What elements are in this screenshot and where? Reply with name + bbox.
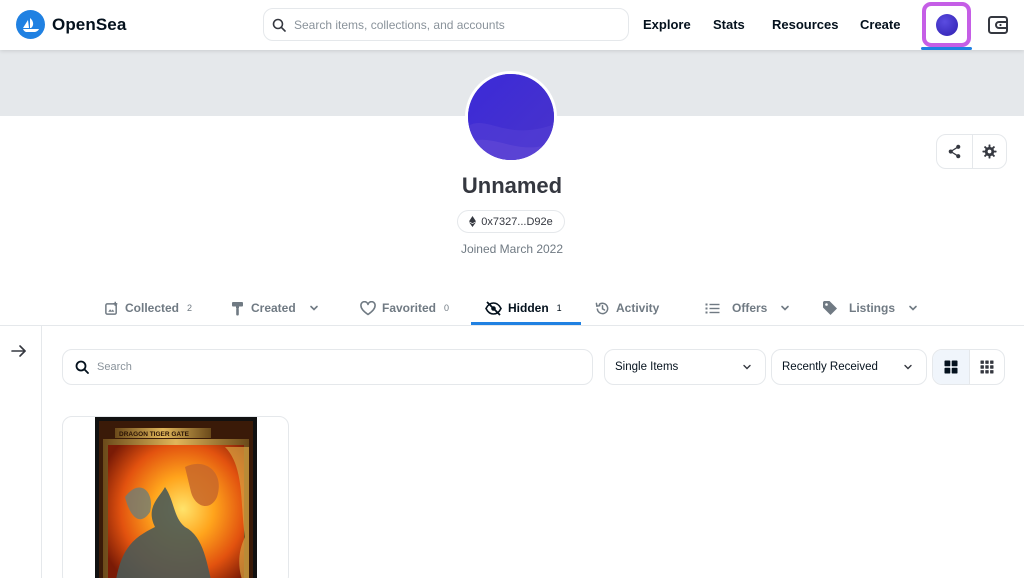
tab-created-label: Created — [251, 301, 296, 315]
item-type-select[interactable]: Single Items — [604, 349, 766, 385]
tab-offers[interactable]: Offers — [705, 290, 791, 326]
global-search-input[interactable] — [294, 17, 614, 32]
artwork-title: DRAGON TIGER GATE — [119, 431, 190, 438]
tab-activity[interactable]: Activity — [595, 290, 659, 326]
search-icon — [272, 18, 286, 32]
wallet-address: 0x7327...D92e — [481, 215, 553, 228]
large-grid-icon — [944, 360, 958, 374]
search-icon — [75, 360, 89, 374]
tab-favorited-label: Favorited — [382, 301, 437, 315]
nft-card[interactable]: DRAGON TIGER GATE — [62, 416, 289, 578]
profile-avatar — [465, 71, 557, 163]
wallet-icon[interactable] — [986, 13, 1010, 37]
chevron-down-icon — [309, 305, 318, 311]
items-search-box[interactable] — [62, 349, 593, 385]
profile-menu-button[interactable] — [922, 2, 971, 47]
tab-collected-count: 2 — [187, 303, 193, 313]
eye-off-icon — [485, 300, 502, 316]
arrow-right-icon[interactable] — [10, 342, 28, 360]
profile-name: Unnamed — [461, 173, 563, 198]
tab-hidden[interactable]: Hidden 1 — [485, 290, 562, 326]
grid-view-toggle — [932, 349, 1005, 385]
chevron-down-icon — [743, 364, 751, 370]
sort-value: Recently Received — [782, 361, 878, 373]
tab-offers-label: Offers — [732, 301, 768, 315]
settings-button[interactable] — [971, 135, 1007, 168]
tab-hidden-label: Hidden — [508, 301, 549, 315]
nav-stats[interactable]: Stats — [713, 17, 745, 32]
tab-hidden-count: 1 — [556, 303, 562, 313]
nav-explore[interactable]: Explore — [643, 17, 691, 32]
tab-collected[interactable]: Collected 2 — [104, 290, 192, 326]
profile-tabs: Collected 2 Created Favorited 0 Hidden 1 — [0, 290, 1024, 326]
tab-favorited[interactable]: Favorited 0 — [360, 290, 449, 326]
filter-sidebar — [0, 326, 42, 578]
opensea-logo[interactable]: OpenSea — [16, 10, 126, 39]
items-search-input[interactable] — [97, 361, 577, 373]
tab-favorited-count: 0 — [444, 303, 450, 313]
tab-listings-label: Listings — [849, 301, 896, 315]
profile-active-indicator — [921, 47, 972, 50]
ethereum-icon — [469, 216, 477, 227]
brand-name: OpenSea — [52, 14, 127, 34]
sort-select[interactable]: Recently Received — [771, 349, 927, 385]
joined-date: Joined March 2022 — [460, 242, 564, 256]
share-button[interactable] — [937, 135, 972, 168]
chevron-down-icon — [781, 305, 790, 311]
tag-icon — [823, 301, 837, 315]
wallet-address-button[interactable]: 0x7327...D92e — [457, 210, 565, 233]
gear-icon — [982, 144, 997, 159]
global-search-box[interactable] — [263, 8, 629, 41]
large-grid-button[interactable] — [933, 350, 969, 384]
tab-listings[interactable]: Listings — [822, 290, 919, 326]
nav-resources[interactable]: Resources — [772, 17, 838, 32]
nav-create[interactable]: Create — [860, 17, 900, 32]
tab-collected-label: Collected — [125, 301, 180, 315]
chevron-down-icon — [904, 364, 912, 370]
nft-artwork: DRAGON TIGER GATE — [95, 417, 257, 578]
opensea-logo-icon — [16, 10, 45, 39]
small-grid-button[interactable] — [968, 350, 1005, 384]
small-grid-icon — [980, 360, 994, 374]
item-type-value: Single Items — [615, 361, 679, 373]
brush-icon — [232, 301, 243, 315]
heart-icon — [360, 300, 376, 315]
top-navigation: OpenSea Explore Stats Resources Create — [0, 0, 1024, 50]
avatar-icon — [935, 13, 958, 36]
chevron-down-icon — [909, 305, 917, 311]
tab-created[interactable]: Created — [231, 290, 320, 326]
list-icon — [705, 303, 720, 313]
collected-icon — [105, 301, 118, 315]
history-icon — [595, 302, 609, 314]
profile-actions — [936, 134, 1007, 169]
tab-activity-label: Activity — [616, 301, 660, 315]
share-icon — [948, 144, 961, 159]
active-tab-indicator — [471, 322, 581, 325]
